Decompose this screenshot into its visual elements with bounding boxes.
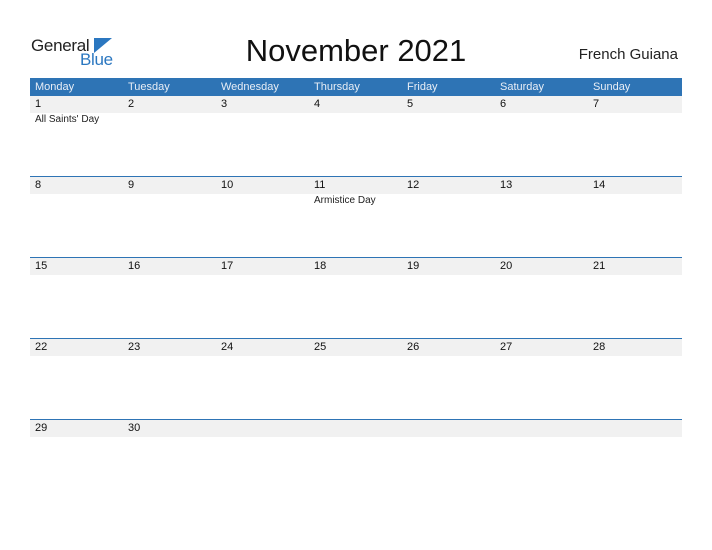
holiday-label — [30, 275, 123, 276]
day-number: 28 — [593, 341, 606, 353]
holiday-label — [123, 356, 216, 357]
day-number: 11 — [314, 179, 326, 191]
holiday-label: All Saints' Day — [35, 114, 100, 125]
holiday-label — [588, 194, 681, 207]
holiday-label — [216, 356, 309, 357]
holiday-label — [402, 275, 495, 276]
holiday-label — [588, 437, 681, 438]
day-number: 10 — [221, 179, 234, 191]
day-number: 27 — [500, 341, 513, 353]
day-number: 2 — [128, 98, 135, 110]
day-number: 12 — [407, 179, 420, 191]
day-number: 22 — [35, 341, 48, 353]
holiday-label — [30, 437, 123, 438]
day-number: 4 — [314, 98, 321, 110]
holiday-label — [402, 356, 495, 357]
week-row: 1 2 3 4 5 6 7 All Saints' Day — [30, 96, 682, 177]
events-row: All Saints' Day — [30, 113, 682, 126]
day-number: 13 — [500, 179, 513, 191]
holiday-label — [588, 275, 681, 276]
weekday-header-row: Monday Tuesday Wednesday Thursday Friday… — [30, 78, 682, 96]
holiday-label — [588, 356, 681, 357]
day-number: 16 — [128, 260, 141, 272]
weekday-sunday: Sunday — [593, 81, 631, 93]
holiday-label — [402, 113, 495, 126]
events-row — [30, 275, 682, 276]
holiday-label — [216, 194, 309, 207]
calendar-grid: Monday Tuesday Wednesday Thursday Friday… — [30, 78, 682, 437]
day-number: 5 — [407, 98, 414, 110]
day-number: 9 — [128, 179, 135, 191]
region-label: French Guiana — [578, 46, 678, 63]
events-row — [30, 437, 682, 438]
holiday-label — [309, 356, 402, 357]
day-number: 18 — [314, 260, 327, 272]
day-number: 17 — [221, 260, 234, 272]
day-number: 1 — [35, 98, 42, 110]
holiday-label — [30, 194, 123, 207]
holiday-label — [30, 356, 123, 357]
day-number: 21 — [593, 260, 606, 272]
day-number — [309, 420, 402, 437]
day-number: 20 — [500, 260, 513, 272]
day-number: 25 — [314, 341, 327, 353]
weekday-saturday: Saturday — [500, 81, 545, 93]
date-strip: 8 9 10 11 12 13 14 — [30, 177, 682, 194]
week-row: 15 16 17 18 19 20 21 — [30, 257, 682, 339]
day-number: 15 — [35, 260, 48, 272]
date-strip: 29 30 — [30, 420, 682, 437]
day-number — [495, 420, 588, 437]
weekday-tuesday: Tuesday — [128, 81, 170, 93]
day-number: 8 — [35, 179, 42, 191]
events-row — [30, 356, 682, 357]
holiday-label — [309, 275, 402, 276]
date-strip: 1 2 3 4 5 6 7 — [30, 96, 682, 113]
holiday-label — [495, 275, 588, 276]
holiday-label — [123, 194, 216, 207]
day-number: 7 — [593, 98, 600, 110]
date-strip: 15 16 17 18 19 20 21 — [30, 258, 682, 275]
holiday-label — [123, 113, 216, 126]
day-number: 14 — [593, 179, 606, 191]
holiday-label — [495, 437, 588, 438]
day-number: 26 — [407, 341, 420, 353]
holiday-label — [495, 194, 588, 207]
holiday-label — [123, 437, 216, 438]
holiday-label — [402, 194, 495, 207]
holiday-label — [495, 113, 588, 126]
holiday-label — [402, 437, 495, 438]
events-row: Armistice Day — [30, 194, 682, 207]
date-strip: 22 23 24 25 26 27 28 — [30, 339, 682, 356]
holiday-label — [309, 113, 402, 126]
holiday-label — [588, 113, 681, 126]
day-number — [588, 420, 681, 437]
week-row: 22 23 24 25 26 27 28 — [30, 338, 682, 420]
holiday-label — [309, 437, 402, 438]
day-number: 6 — [500, 98, 507, 110]
weekday-thursday: Thursday — [314, 81, 360, 93]
week-row: 8 9 10 11 12 13 14 Armistice Day — [30, 176, 682, 258]
day-number — [402, 420, 495, 437]
holiday-label — [495, 356, 588, 357]
day-number: 30 — [128, 422, 141, 434]
holiday-label — [216, 437, 309, 438]
holiday-label — [216, 113, 309, 126]
holiday-label — [216, 275, 309, 276]
weekday-monday: Monday — [35, 81, 75, 93]
weekday-friday: Friday — [407, 81, 438, 93]
day-number: 23 — [128, 341, 141, 353]
day-number: 24 — [221, 341, 234, 353]
day-number: 19 — [407, 260, 420, 272]
day-number: 29 — [35, 422, 48, 434]
holiday-label: Armistice Day — [314, 195, 376, 206]
weekday-wednesday: Wednesday — [221, 81, 279, 93]
holiday-label — [123, 275, 216, 276]
week-row: 29 30 — [30, 419, 682, 501]
day-number — [216, 420, 309, 437]
day-number: 3 — [221, 98, 228, 110]
